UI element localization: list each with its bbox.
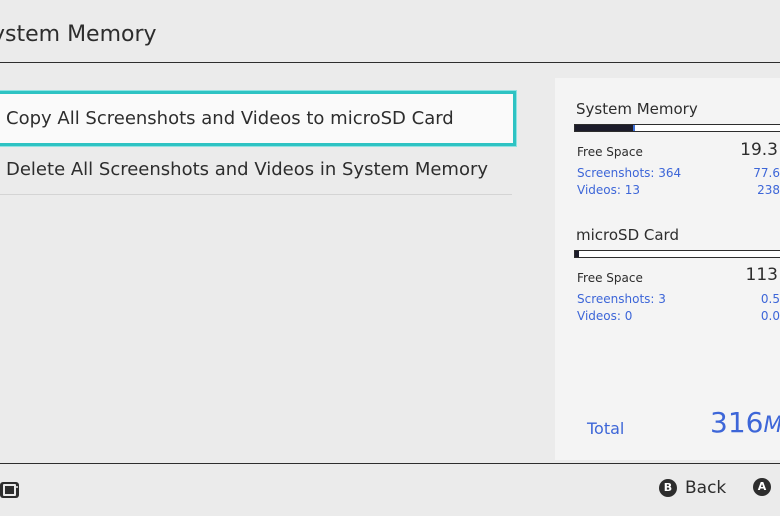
header-divider	[0, 62, 780, 63]
a-button-icon: A	[753, 478, 771, 496]
microsd-usage-fill	[575, 251, 580, 257]
microsd-screenshots-label: Screenshots: 3	[577, 292, 666, 306]
microsd-videos-value: 0.0	[760, 309, 780, 323]
system-screenshots-label: Screenshots: 364	[577, 166, 682, 180]
storage-summary-panel: System Memory Free Space 19.3 Screenshot…	[555, 78, 780, 460]
system-memory-title: System Memory	[576, 100, 698, 118]
page-title: ystem Memory	[0, 22, 157, 47]
system-free-space-label: Free Space	[577, 145, 643, 159]
system-screenshots-value: 77.6	[753, 166, 780, 180]
screen: ystem Memory Copy All Screenshots and Vi…	[0, 0, 780, 516]
system-memory-usage-fill	[575, 125, 633, 131]
system-videos-label: Videos: 13	[577, 183, 640, 197]
total-unit: M	[763, 413, 780, 438]
copy-to-microsd-button[interactable]: Copy All Screenshots and Videos to micro…	[0, 91, 516, 146]
back-button[interactable]: B Back	[659, 478, 726, 498]
microsd-screenshots-value: 0.5	[760, 292, 780, 306]
footer-divider	[0, 463, 780, 464]
total-label: Total	[587, 419, 625, 438]
b-button-icon: B	[659, 479, 677, 497]
copy-to-microsd-label: Copy All Screenshots and Videos to micro…	[6, 108, 454, 129]
ok-button[interactable]: A	[753, 478, 779, 496]
microsd-title: microSD Card	[576, 226, 679, 244]
microsd-free-space-value: 113	[745, 265, 778, 285]
microsd-videos-label: Videos: 0	[577, 309, 633, 323]
system-free-space-value: 19.3	[740, 140, 778, 160]
system-memory-usage-bar	[574, 124, 780, 132]
total-value: 316M	[710, 406, 780, 439]
total-number: 316	[710, 406, 764, 439]
system-memory-video-fill	[632, 125, 635, 131]
microsd-usage-bar	[574, 250, 780, 258]
back-label: Back	[685, 478, 727, 498]
switch-console-icon	[0, 482, 19, 498]
delete-all-media-label: Delete All Screenshots and Videos in Sys…	[6, 159, 489, 180]
system-videos-value: 238	[757, 183, 780, 197]
delete-all-media-button[interactable]: Delete All Screenshots and Videos in Sys…	[0, 148, 512, 195]
microsd-free-space-label: Free Space	[577, 271, 643, 285]
